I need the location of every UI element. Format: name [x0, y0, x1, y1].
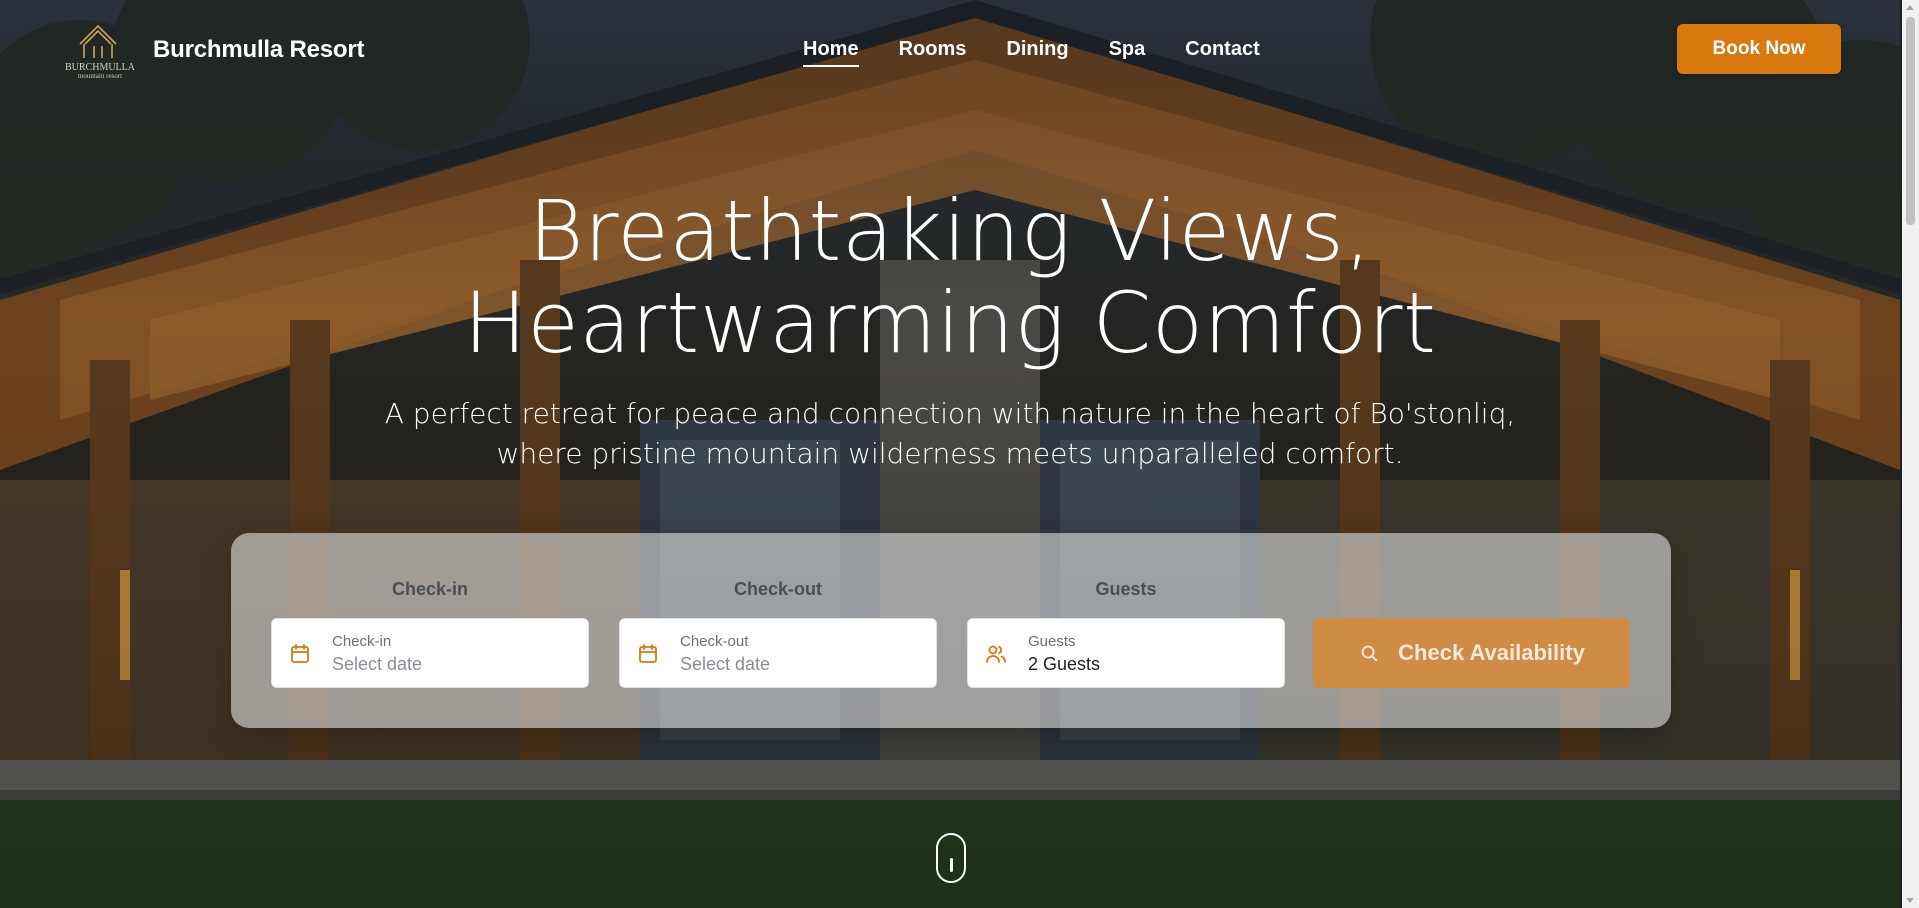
logo-subtext: mountain resort	[78, 72, 122, 80]
checkout-heading: Check-out	[733, 579, 822, 599]
users-icon	[986, 645, 1006, 663]
brand-name[interactable]: Burchmulla Resort	[153, 36, 365, 64]
scroll-indicator-dot	[950, 858, 953, 872]
checkin-value[interactable]: Select date	[332, 654, 422, 675]
check-availability-label: Check Availability	[1398, 640, 1585, 665]
guests-heading: Guests	[1095, 579, 1157, 599]
checkout-field[interactable]: Check-out Select date	[619, 618, 937, 688]
checkout-value[interactable]: Select date	[680, 654, 770, 675]
guests-label: Guests	[1028, 633, 1076, 650]
nav-item-rooms[interactable]: Rooms	[899, 38, 967, 67]
house-logo-icon: BURCHMULLA mountain resort	[65, 24, 136, 80]
booking-form: Check-in Check-out Guests Check-in Selec…	[231, 533, 1671, 728]
checkout-label: Check-out	[680, 633, 749, 650]
nav-item-home[interactable]: Home	[803, 38, 859, 67]
scroll-up-arrow-icon[interactable]	[1906, 5, 1914, 10]
checkin-field[interactable]: Check-in Select date	[271, 618, 589, 688]
nav-item-dining[interactable]: Dining	[1006, 38, 1068, 67]
nav-item-spa[interactable]: Spa	[1109, 38, 1146, 67]
guests-field[interactable]: Guests 2 Guests	[967, 618, 1285, 688]
checkin-label: Check-in	[332, 633, 392, 650]
check-availability-button[interactable]: Check Availability	[1313, 618, 1630, 688]
nav-item-contact[interactable]: Contact	[1185, 38, 1259, 67]
scroll-down-indicator[interactable]	[936, 833, 966, 883]
guests-value[interactable]: 2 Guests	[1028, 654, 1100, 675]
hero-title: Breathtaking Views, Heartwarming Comfort	[0, 185, 1900, 369]
book-now-button[interactable]: Book Now	[1677, 24, 1841, 74]
page-scrollbar[interactable]	[1902, 0, 1919, 908]
calendar-icon	[291, 644, 309, 663]
hero-subtitle: A perfect retreat for peace and connecti…	[384, 397, 1516, 470]
scroll-down-arrow-icon[interactable]	[1906, 898, 1914, 903]
checkin-heading: Check-in	[391, 579, 469, 599]
calendar-icon	[639, 644, 657, 663]
scrollbar-thumb[interactable]	[1906, 17, 1915, 225]
top-navigation: BURCHMULLA mountain resort Burchmulla Re…	[0, 0, 1900, 100]
hero-title-line-1: Breathtaking Views,	[528, 182, 1372, 280]
nav-links: Home Rooms Dining Spa Contact	[803, 38, 1300, 67]
search-icon	[1361, 645, 1378, 662]
resort-logo[interactable]: BURCHMULLA mountain resort	[58, 14, 142, 80]
hero-title-line-2: Heartwarming Comfort	[463, 274, 1437, 372]
